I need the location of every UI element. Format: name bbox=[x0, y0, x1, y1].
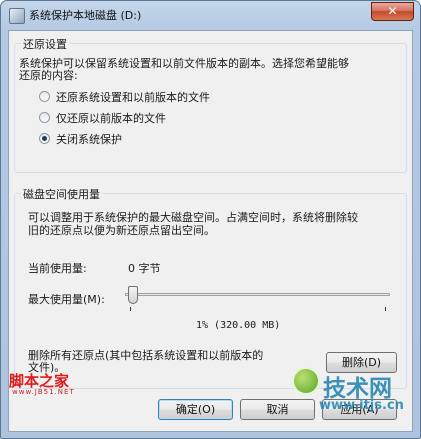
slider-tick-end bbox=[385, 307, 386, 311]
window-title: 系统保护本地磁盘 (D:) bbox=[29, 9, 142, 22]
restore-option-off-label[interactable]: 关闭系统保护 bbox=[56, 131, 122, 147]
restore-option-system-and-files-label[interactable]: 还原系统设置和以前版本的文件 bbox=[56, 89, 210, 105]
restore-option-files-only-label[interactable]: 仅还原以前版本的文件 bbox=[56, 110, 166, 126]
max-usage-label: 最大使用量(M): bbox=[28, 293, 105, 306]
restore-settings-group: 还原设置 系统保护可以保留系统设置和以前文件版本的副本。选择您希望能够 还原的内… bbox=[14, 36, 407, 173]
disk-usage-group: 磁盘空间使用量 可以调整用于系统保护的最大磁盘空间。占满空间时，系统将删除较 旧… bbox=[14, 186, 407, 389]
watermark-url-right: www.itjs.cn bbox=[319, 398, 404, 413]
watermark-logo-icon bbox=[292, 367, 320, 395]
restore-option-files-only-radio[interactable] bbox=[39, 112, 50, 123]
max-usage-slider[interactable] bbox=[125, 286, 390, 312]
system-protection-dialog: 系统保护本地磁盘 (D:) ✕ 还原设置 系统保护可以保留系统设置和以前文件版本… bbox=[0, 0, 421, 439]
disk-description-line2: 旧的还原点以便为新还原点留出空间。 bbox=[28, 224, 215, 237]
slider-tick-start bbox=[130, 307, 131, 311]
ok-button[interactable]: 确定(O) bbox=[158, 399, 233, 420]
restore-settings-legend: 还原设置 bbox=[21, 36, 69, 52]
title-bar[interactable]: 系统保护本地磁盘 (D:) ✕ bbox=[1, 1, 420, 29]
current-usage-value: 0 字节 bbox=[128, 262, 161, 275]
disk-usage-legend: 磁盘空间使用量 bbox=[21, 186, 102, 202]
close-button[interactable]: ✕ bbox=[371, 2, 414, 21]
watermark-url-left: www.JB51.NET bbox=[12, 388, 75, 396]
restore-description-line2: 还原的内容: bbox=[19, 69, 78, 82]
close-icon: ✕ bbox=[387, 4, 398, 18]
slider-track bbox=[125, 293, 390, 296]
dialog-icon bbox=[9, 8, 25, 24]
slider-thumb[interactable] bbox=[128, 286, 138, 304]
cancel-button[interactable]: 取消 bbox=[240, 399, 315, 420]
restore-option-off-radio[interactable] bbox=[39, 133, 50, 144]
restore-option-system-and-files-radio[interactable] bbox=[39, 91, 50, 102]
max-usage-value: 1% (320.00 MB) bbox=[196, 320, 281, 331]
current-usage-label: 当前使用量: bbox=[28, 262, 87, 275]
